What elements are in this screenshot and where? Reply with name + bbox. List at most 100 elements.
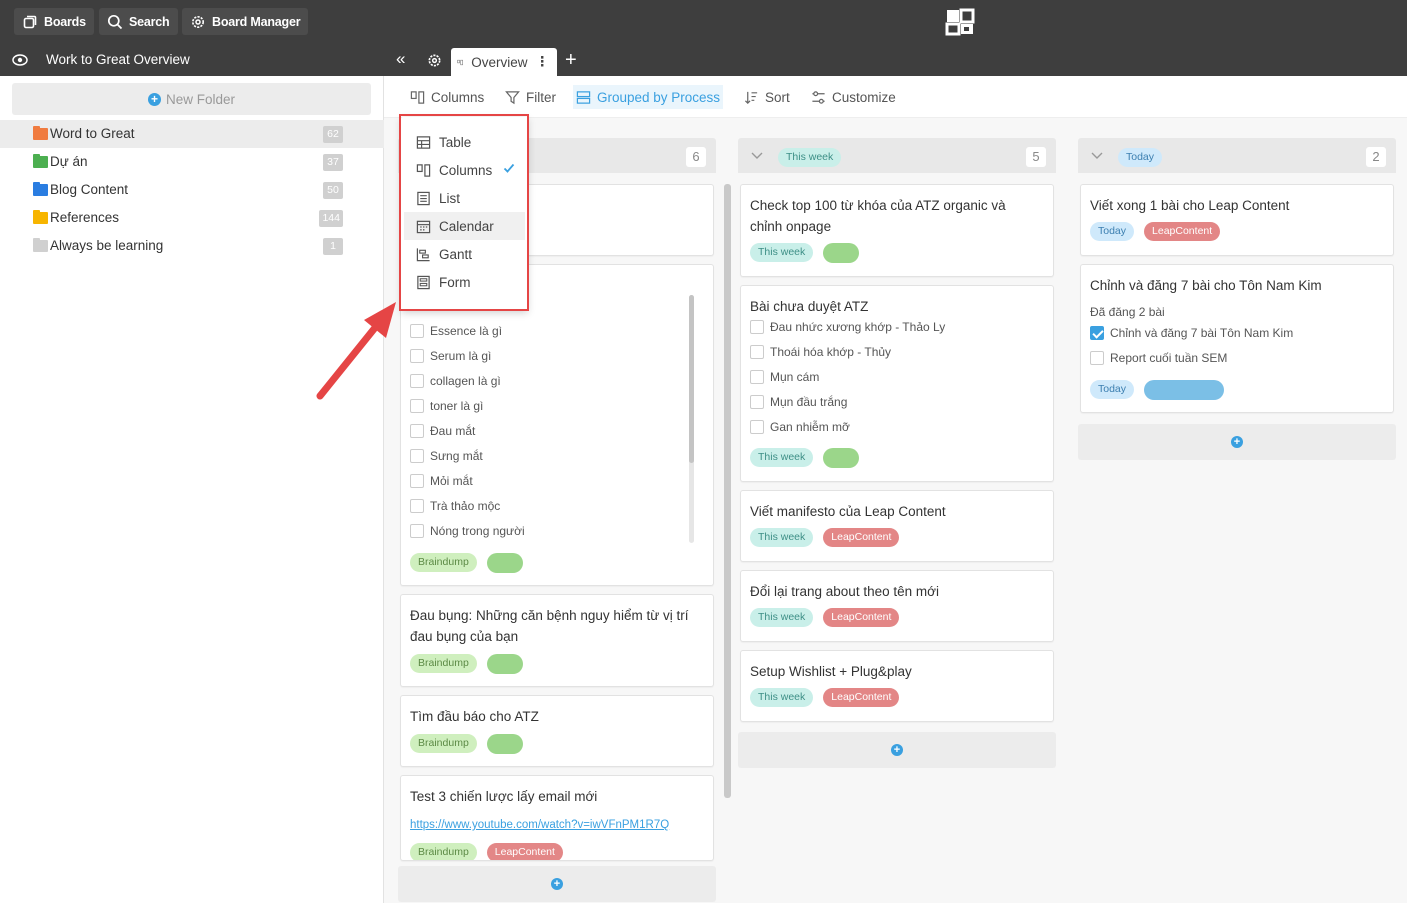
checklist-item[interactable]: Mỏi mắt bbox=[410, 474, 473, 488]
checklist-label: Mụn cám bbox=[770, 370, 820, 384]
checklist-item[interactable]: Sưng mắt bbox=[410, 449, 483, 463]
menu-item-columns[interactable]: Columns bbox=[404, 156, 525, 184]
checkbox[interactable] bbox=[410, 424, 424, 438]
checkbox-checked[interactable] bbox=[1090, 326, 1104, 340]
columns-icon bbox=[410, 90, 425, 104]
menu-item-list[interactable]: List bbox=[404, 184, 525, 212]
checkbox[interactable] bbox=[410, 524, 424, 538]
folder-item[interactable]: Blog Content 50 bbox=[0, 176, 384, 204]
filter-icon bbox=[505, 90, 520, 104]
filter-button[interactable]: Filter bbox=[502, 85, 559, 109]
board-manager-button[interactable]: Board Manager bbox=[182, 8, 309, 35]
checkbox[interactable] bbox=[410, 474, 424, 488]
collapse-sidebar-button[interactable]: « bbox=[396, 49, 405, 69]
column-header[interactable]: This week 5 bbox=[738, 138, 1056, 173]
checkbox[interactable] bbox=[410, 449, 424, 463]
task-card[interactable]: Bài chưa duyệt ATZ Đau nhức xương khớp -… bbox=[740, 285, 1054, 482]
task-card[interactable]: Viết manifesto của Leap Content This wee… bbox=[740, 490, 1054, 562]
tab-menu-button[interactable]: ⋮ bbox=[536, 54, 550, 70]
checklist-scrollbar[interactable] bbox=[689, 295, 694, 463]
folder-item[interactable]: Dự án 37 bbox=[0, 148, 384, 176]
search-button[interactable]: Search bbox=[99, 8, 178, 35]
checklist-label: Trà thảo mộc bbox=[430, 499, 501, 513]
chevron-down-icon[interactable] bbox=[750, 148, 764, 162]
checklist-item[interactable]: Gan nhiễm mỡ bbox=[750, 420, 850, 434]
columns-icon bbox=[416, 163, 431, 177]
checklist-item[interactable]: Thoái hóa khớp - Thủy bbox=[750, 345, 891, 359]
add-card-button[interactable]: + bbox=[398, 866, 716, 902]
checklist-item[interactable]: toner là gì bbox=[410, 399, 483, 413]
new-folder-button[interactable]: + New Folder bbox=[12, 83, 371, 115]
checkbox[interactable] bbox=[750, 320, 764, 334]
folder-icon bbox=[33, 182, 48, 196]
task-card[interactable]: Setup Wishlist + Plug&play This week Lea… bbox=[740, 650, 1054, 722]
checkbox[interactable] bbox=[410, 374, 424, 388]
group-by-button[interactable]: Grouped by Process bbox=[573, 85, 724, 109]
add-card-button[interactable]: + bbox=[1078, 424, 1396, 460]
columns-view-button[interactable]: Columns bbox=[407, 85, 487, 109]
folder-item[interactable]: References 144 bbox=[0, 204, 384, 232]
board-toolbar: Columns Filter Grouped by Process Sort C… bbox=[384, 76, 1407, 118]
sort-button[interactable]: Sort bbox=[741, 85, 793, 109]
card-link[interactable]: https://www.youtube.com/watch?v=iwVFnPM1… bbox=[410, 819, 669, 831]
task-card[interactable]: Check top 100 từ khóa của ATZ organic và… bbox=[740, 184, 1054, 277]
checklist-item[interactable]: Đau mắt bbox=[410, 424, 475, 438]
boards-button[interactable]: Boards bbox=[14, 8, 94, 35]
subtitle-text: Đã đăng 2 bài bbox=[1090, 305, 1165, 319]
folder-item[interactable]: Word to Great 62 bbox=[0, 120, 384, 148]
columns-icon bbox=[457, 59, 463, 65]
folder-name: Word to Great bbox=[50, 126, 135, 141]
add-card-button[interactable]: + bbox=[738, 732, 1056, 768]
card-title: Bài chưa duyệt ATZ bbox=[750, 299, 869, 314]
checklist-item[interactable]: Report cuối tuần SEM bbox=[1090, 351, 1227, 365]
task-card[interactable]: Chỉnh và đăng 7 bài cho Tôn Nam Kim Đã đ… bbox=[1080, 264, 1394, 413]
checklist-item[interactable]: Essence là gì bbox=[410, 324, 502, 338]
checkbox[interactable] bbox=[1090, 351, 1104, 365]
checkbox[interactable] bbox=[410, 349, 424, 363]
checklist-label: collagen là gì bbox=[430, 374, 501, 388]
menu-item-calendar[interactable]: Calendar bbox=[404, 212, 525, 240]
task-card[interactable]: Test 3 chiến lược lấy email mới https://… bbox=[400, 775, 714, 861]
checkbox[interactable] bbox=[750, 370, 764, 384]
tag-pill: This week bbox=[750, 608, 814, 627]
plus-circle-icon: + bbox=[891, 744, 903, 756]
view-settings-icon[interactable] bbox=[427, 53, 442, 68]
eye-icon[interactable] bbox=[12, 53, 28, 67]
checklist-item[interactable]: Trà thảo mộc bbox=[410, 499, 500, 513]
checklist-item[interactable]: Mụn cám bbox=[750, 370, 819, 384]
column-header[interactable]: Today 2 bbox=[1078, 138, 1396, 173]
task-card[interactable]: Đau bụng: Những căn bệnh nguy hiểm từ vị… bbox=[400, 594, 714, 687]
checklist-label: Thoái hóa khớp - Thủy bbox=[770, 345, 892, 359]
checklist-item[interactable]: Chỉnh và đăng 7 bài Tôn Nam Kim bbox=[1090, 326, 1293, 340]
checklist-item[interactable]: Mụn đầu trắng bbox=[750, 395, 847, 409]
checklist-item[interactable]: Đau nhức xương khớp - Thảo Ly bbox=[750, 320, 945, 334]
menu-item-form[interactable]: Form bbox=[404, 268, 525, 296]
checkbox[interactable] bbox=[410, 324, 424, 338]
view-type-menu: Table Columns List Calendar Gantt Form bbox=[401, 117, 528, 311]
checklist-item[interactable]: Nóng trong người bbox=[410, 524, 525, 538]
customize-button[interactable]: Customize bbox=[808, 85, 899, 109]
sliders-icon bbox=[812, 90, 825, 104]
folder-item[interactable]: Always be learning 1 bbox=[0, 232, 384, 260]
task-card[interactable]: Đổi lại trang about theo tên mới This we… bbox=[740, 570, 1054, 642]
checklist-item[interactable]: Serum là gì bbox=[410, 349, 491, 363]
checkbox[interactable] bbox=[750, 345, 764, 359]
menu-item-table[interactable]: Table bbox=[404, 128, 525, 156]
task-card[interactable]: Tìm đầu báo cho ATZ Braindump bbox=[400, 695, 714, 767]
checkbox[interactable] bbox=[410, 499, 424, 513]
checklist-label: toner là gì bbox=[430, 399, 484, 413]
chevron-down-icon[interactable] bbox=[1090, 148, 1104, 162]
tab-overview[interactable]: Overview ⋮ bbox=[451, 48, 557, 76]
checkbox[interactable] bbox=[750, 420, 764, 434]
top-bar: Boards Search Board Manager bbox=[0, 0, 1407, 44]
task-card[interactable]: cho ATZ Essence là gì Serum là gì collag… bbox=[400, 264, 714, 586]
menu-item-gantt[interactable]: Gantt bbox=[404, 240, 525, 268]
tag-pill: Today bbox=[1090, 222, 1135, 241]
checkbox[interactable] bbox=[410, 399, 424, 413]
task-card[interactable]: Viết xong 1 bài cho Leap Content Today L… bbox=[1080, 184, 1394, 256]
card-title: Viết manifesto của Leap Content bbox=[750, 504, 946, 519]
checklist-item[interactable]: collagen là gì bbox=[410, 374, 501, 388]
checkbox[interactable] bbox=[750, 395, 764, 409]
column-scrollbar[interactable] bbox=[724, 184, 731, 798]
add-tab-button[interactable]: + bbox=[565, 50, 577, 70]
